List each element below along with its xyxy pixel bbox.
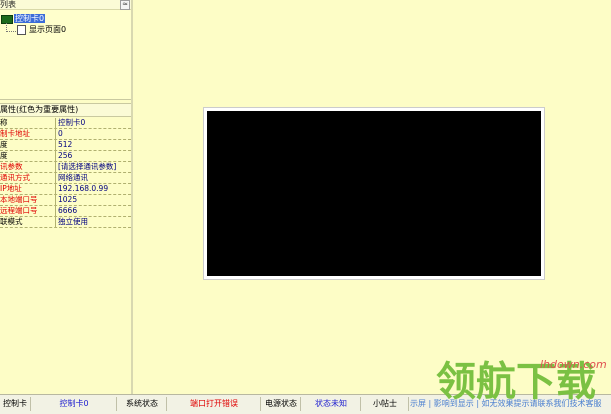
status-power-value: 状态未知 [302, 397, 361, 411]
property-value[interactable]: 192.168.0.99 [58, 184, 130, 194]
watermark: 领航下载 lhdown.com [428, 354, 608, 412]
property-key: 通讯方式 [0, 173, 30, 182]
property-key: 度 [0, 140, 8, 149]
tree-node-control-card[interactable]: 控制卡0 [1, 14, 46, 24]
property-row[interactable]: 联模式 独立使用 [0, 217, 131, 228]
property-key: 联模式 [0, 217, 23, 226]
page-icon [17, 25, 26, 35]
property-key: 讯参数 [0, 162, 23, 171]
tree-node-label: 控制卡0 [14, 14, 46, 23]
property-key: 称 [0, 118, 8, 127]
property-value[interactable]: 控制卡0 [58, 118, 130, 128]
property-key: IP地址 [0, 184, 22, 193]
tree-view[interactable]: 控制卡0 显示页面0 [0, 10, 132, 100]
property-key: 远程端口号 [0, 206, 38, 215]
property-panel-title: 属性(红色为重要属性) [0, 105, 79, 114]
status-label-card: 控制卡 [0, 397, 31, 411]
property-row[interactable]: 讯参数 [请选择通讯参数] [0, 162, 131, 173]
property-row[interactable]: 远程端口号 6666 [0, 206, 131, 217]
property-grid[interactable]: 称 控制卡0 制卡地址 0 度 512 度 256 讯参数 [请选择通讯参数] … [0, 118, 131, 228]
property-row[interactable]: 度 256 [0, 151, 131, 162]
tree-connector-line [6, 23, 16, 32]
tree-node-label: 显示页面0 [29, 25, 67, 34]
property-key: 制卡地址 [0, 129, 30, 138]
property-panel-header: 属性(红色为重要属性) [0, 103, 132, 117]
property-value[interactable]: 1025 [58, 195, 130, 205]
display-preview-screen[interactable] [207, 111, 541, 276]
collapse-panel-button[interactable]: ≈ [120, 0, 130, 10]
property-value[interactable]: 512 [58, 140, 130, 150]
tree-panel-title: 列表 [0, 0, 16, 9]
status-system-value: 端口打开错误 [168, 397, 261, 411]
property-value[interactable]: [请选择通讯参数] [58, 162, 130, 172]
property-row[interactable]: 制卡地址 0 [0, 129, 131, 140]
property-value[interactable]: 6666 [58, 206, 130, 216]
tree-panel-header: 列表 ≈ [0, 0, 132, 10]
property-row[interactable]: IP地址 192.168.0.99 [0, 184, 131, 195]
tree-node-display-page[interactable]: 显示页面0 [17, 25, 67, 35]
property-row[interactable]: 本地端口号 1025 [0, 195, 131, 206]
status-current-card: 控制卡0 [32, 397, 117, 411]
property-key: 度 [0, 151, 8, 160]
status-label-power: 电源状态 [262, 397, 301, 411]
property-row[interactable]: 通讯方式 网络通讯 [0, 173, 131, 184]
property-key: 本地端口号 [0, 195, 38, 204]
property-row[interactable]: 度 512 [0, 140, 131, 151]
property-value[interactable]: 0 [58, 129, 130, 139]
property-value[interactable]: 网络通讯 [58, 173, 130, 183]
panel-splitter[interactable] [131, 0, 133, 394]
property-row[interactable]: 称 控制卡0 [0, 118, 131, 129]
watermark-url: lhdown.com [540, 358, 607, 371]
property-value[interactable]: 独立使用 [58, 217, 130, 227]
status-label-tips: 小帖士 [362, 397, 409, 411]
status-label-system: 系统状态 [118, 397, 167, 411]
property-value[interactable]: 256 [58, 151, 130, 161]
